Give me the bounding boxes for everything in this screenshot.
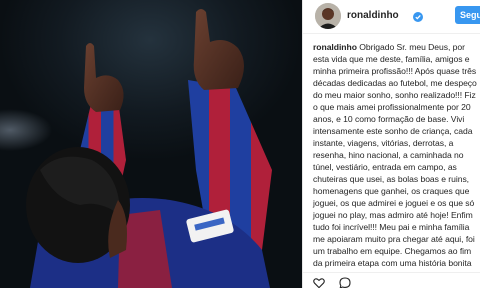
caption-username[interactable]: ronaldinho [313, 42, 357, 52]
avatar[interactable] [315, 3, 341, 29]
verified-badge-icon [413, 9, 423, 22]
left-hand [84, 43, 124, 112]
post-header: ronaldinho Segu [303, 0, 480, 34]
post-actions [303, 272, 480, 288]
avatar-image [315, 3, 341, 29]
follow-button[interactable]: Segu [455, 6, 480, 24]
post-photo [0, 0, 302, 288]
comment-icon[interactable] [339, 276, 351, 288]
player-photo-illustration [26, 9, 272, 288]
username-link[interactable]: ronaldinho [347, 10, 399, 21]
post-caption: ronaldinho Obrigado Sr. meu Deus, por es… [313, 41, 480, 281]
caption-text: Obrigado Sr. meu Deus, por esta vida que… [313, 42, 477, 280]
heart-icon[interactable] [313, 276, 325, 288]
post-side-panel: ronaldinho Segu ronaldinho Obrigado Sr. … [302, 0, 480, 288]
right-hand [193, 9, 244, 90]
